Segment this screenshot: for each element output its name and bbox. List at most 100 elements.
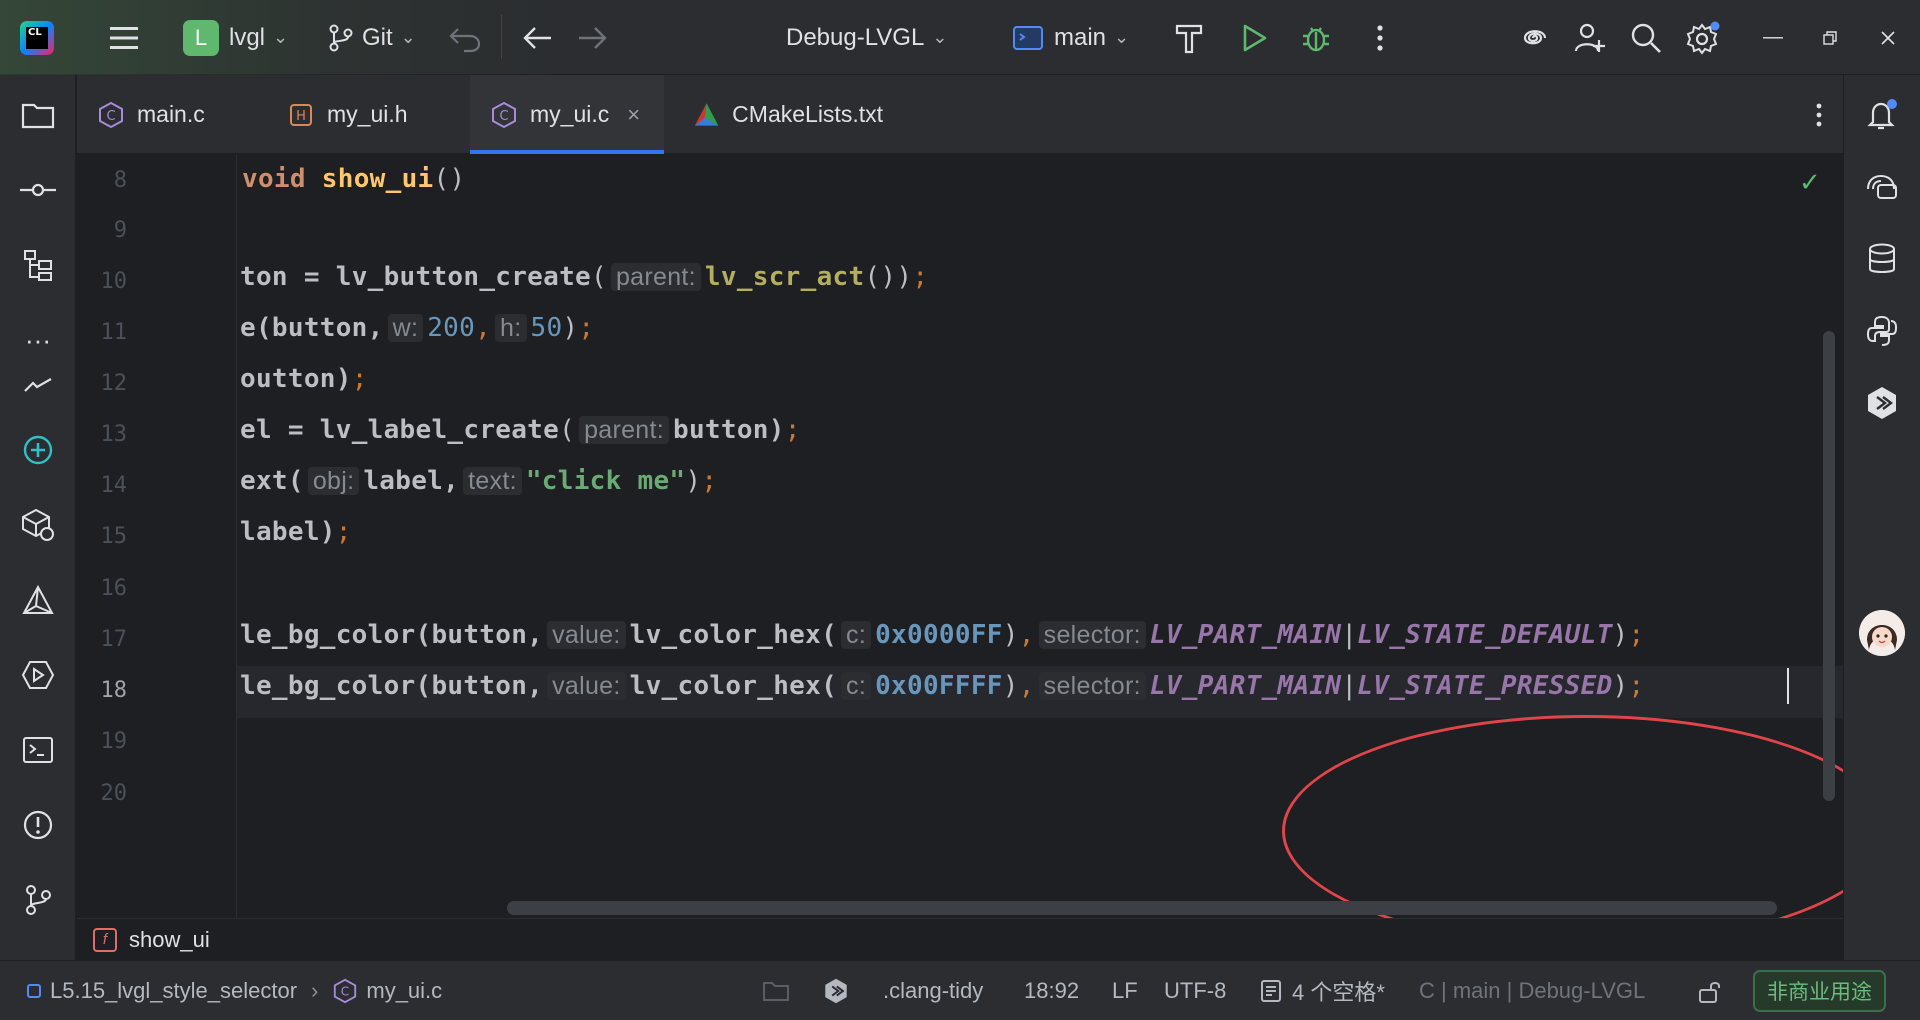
run-hexagon-icon — [21, 661, 55, 689]
undo-icon — [449, 27, 481, 52]
no-problems-check-icon[interactable]: ✓ — [1799, 167, 1821, 198]
python-console-button[interactable] — [1862, 311, 1902, 351]
restore-button[interactable] — [1822, 0, 1838, 75]
status-linter[interactable]: .clang-tidy — [883, 961, 983, 1020]
h-file-icon: H — [290, 103, 312, 126]
status-readonly-toggle[interactable] — [1697, 961, 1723, 1020]
close-tab-icon[interactable]: × — [627, 102, 640, 128]
param-hint: value: — [547, 621, 626, 649]
target-selector[interactable]: main ⌄ — [1012, 0, 1129, 75]
status-folder[interactable] — [762, 961, 790, 1020]
indent-icon — [1261, 980, 1281, 1002]
cmake-tool-button[interactable] — [18, 580, 58, 620]
line-number: 11 — [100, 320, 128, 345]
param-hint: c: — [841, 672, 872, 700]
status-context[interactable]: C | main | Debug-LVGL — [1419, 961, 1645, 1020]
toolbar-divider — [501, 15, 502, 59]
text-cursor — [1787, 668, 1789, 704]
run-config-label: Debug-LVGL — [786, 23, 925, 51]
arrow-left-icon — [523, 26, 551, 49]
plugin-button[interactable] — [1862, 383, 1902, 423]
ai-chat-button[interactable] — [1862, 167, 1902, 207]
line-number: 16 — [100, 576, 128, 601]
profiler-tool-button[interactable] — [18, 365, 58, 405]
settings-button[interactable] — [1686, 0, 1720, 75]
tab-my-ui-c[interactable]: C my_ui.c × — [470, 75, 664, 154]
status-plugin[interactable] — [823, 961, 849, 1020]
main-menu-button[interactable] — [108, 0, 140, 75]
build-button[interactable] — [1174, 0, 1204, 75]
module-icon — [27, 984, 41, 998]
vertical-scrollbar[interactable] — [1823, 331, 1835, 801]
status-indent[interactable]: 4 个空格* — [1260, 961, 1385, 1020]
chevron-down-icon: ⌄ — [932, 27, 948, 47]
clion-logo-icon[interactable]: CL — [20, 21, 54, 55]
minimize-button[interactable]: — — [1763, 0, 1783, 75]
code-line-10: ton = lv_button_create(parent: lv_scr_act… — [240, 262, 929, 292]
title-bar: CL L lvgl ⌄ Git ⌄ Debug-LVGL ⌄ main ⌄ — — [0, 0, 1920, 75]
project-tool-button[interactable] — [18, 95, 58, 135]
code-editor[interactable]: 8 9 10 11 12 13 14 15 16 17 18 19 20 voi… — [77, 155, 1890, 947]
vcs-selector[interactable]: Git ⌄ — [328, 0, 416, 75]
folder-icon — [21, 103, 55, 129]
commit-tool-button[interactable] — [18, 170, 58, 210]
run-button[interactable] — [1240, 0, 1268, 75]
tab-my-ui-h[interactable]: H my_ui.h — [267, 75, 447, 154]
back-button[interactable] — [521, 0, 553, 75]
function-breadcrumb: f show_ui — [77, 918, 1843, 960]
search-button[interactable] — [1630, 0, 1662, 75]
user-avatar[interactable] — [1859, 610, 1905, 656]
cmake-icon — [694, 102, 719, 126]
close-window-button[interactable] — [1880, 0, 1896, 75]
tab-main-c[interactable]: C main.c — [77, 75, 247, 154]
python-icon — [1866, 315, 1898, 346]
status-license[interactable]: 非商业用途 — [1753, 961, 1886, 1020]
param-hint: c: — [841, 621, 872, 649]
git-branch-icon — [329, 24, 353, 51]
param-hint: selector: — [1038, 621, 1146, 649]
status-file-label: my_ui.c — [366, 978, 443, 1003]
project-selector[interactable]: L lvgl ⌄ — [183, 0, 288, 75]
tab-cmakelists[interactable]: CMakeLists.txt — [673, 75, 903, 154]
ai-assistant-button[interactable] — [1516, 0, 1550, 75]
status-encoding[interactable]: UTF-8 — [1164, 961, 1226, 1020]
code-with-me-button[interactable] — [1573, 0, 1607, 75]
run-config-selector[interactable]: Debug-LVGL ⌄ — [786, 0, 947, 75]
notifications-button[interactable] — [1862, 95, 1902, 135]
param-hint: h: — [495, 314, 527, 342]
breadcrumb-function[interactable]: show_ui — [129, 927, 210, 953]
license-badge: 非商业用途 — [1753, 970, 1886, 1012]
cube-gear-icon — [22, 508, 54, 541]
database-icon — [1869, 243, 1895, 273]
code-line-12: outton); — [240, 364, 368, 394]
status-project[interactable]: L5.15_lvgl_style_selector › C my_ui.c — [26, 961, 442, 1020]
structure-icon — [24, 250, 52, 281]
database-button[interactable] — [1862, 239, 1902, 279]
debug-button[interactable] — [1300, 0, 1332, 75]
tabs-menu-button[interactable] — [1799, 95, 1839, 135]
code-line-11: e(button, w: 200, h: 50); — [240, 313, 595, 343]
svg-text:C: C — [106, 109, 115, 124]
structure-tool-button[interactable] — [18, 245, 58, 285]
terminal-tool-button[interactable] — [18, 730, 58, 770]
status-bar: L5.15_lvgl_style_selector › C my_ui.c .c… — [0, 960, 1920, 1020]
forward-button[interactable] — [577, 0, 609, 75]
c-file-icon: C — [492, 101, 516, 128]
horizontal-scrollbar[interactable] — [507, 901, 1777, 915]
more-tools-button[interactable]: ··· — [18, 320, 58, 360]
git-tool-button[interactable] — [18, 880, 58, 920]
status-line-ending[interactable]: LF — [1112, 961, 1138, 1020]
more-actions-button[interactable] — [1376, 0, 1384, 75]
spiral-icon — [1523, 29, 1547, 44]
status-caret-position[interactable]: 18:92 — [1024, 961, 1079, 1020]
git-branch-icon — [26, 885, 51, 915]
add-tool-button[interactable] — [18, 430, 58, 470]
param-hint: w: — [387, 314, 424, 342]
problems-tool-button[interactable] — [18, 805, 58, 845]
bell-icon — [1867, 99, 1897, 130]
undo-button[interactable] — [448, 0, 482, 75]
services-tool-button[interactable] — [18, 505, 58, 545]
run-tool-button[interactable] — [18, 655, 58, 695]
commit-icon — [20, 183, 56, 197]
add-user-icon — [1574, 23, 1605, 52]
